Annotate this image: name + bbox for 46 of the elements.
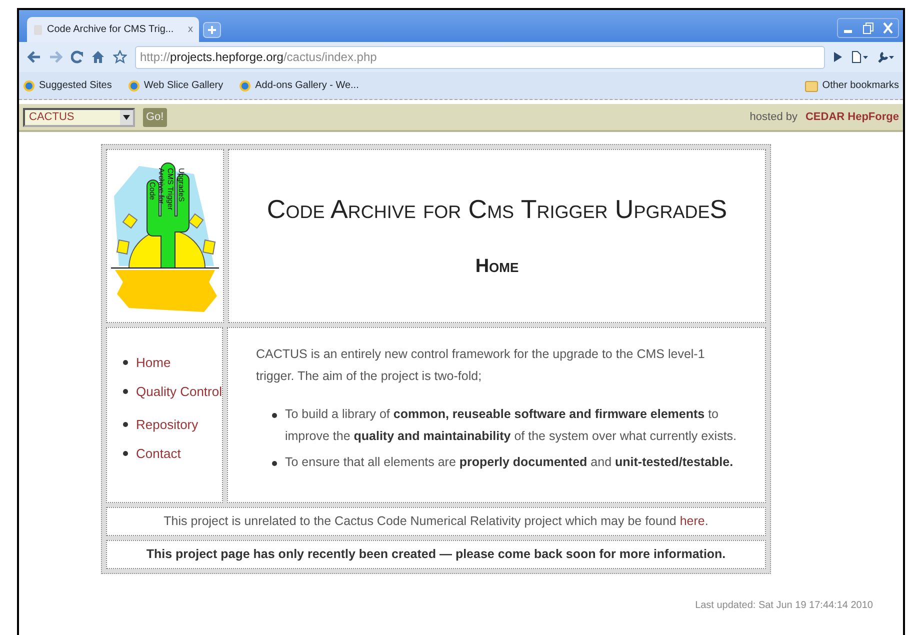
back-icon[interactable] <box>27 51 41 63</box>
goal-text: To build a library of common, reuseable software and firmware elements to improve the quality and maintainability of the system over what currently exists. <box>284 406 738 445</box>
bookmark-link[interactable]: Web Slice Gallery <box>128 78 224 93</box>
goal-text: To ensure that all elements are properly documented and unit-tested/testable. <box>284 454 734 471</box>
caret-icon <box>120 110 133 124</box>
here-link[interactable]: here <box>680 514 705 528</box>
restore-icon[interactable] <box>862 22 874 34</box>
bookmark-link[interactable]: Suggested Sites <box>23 78 112 93</box>
bullet-icon <box>123 422 128 428</box>
bullet-icon <box>123 388 128 394</box>
page-menu-icon[interactable] <box>851 50 869 64</box>
bullet-icon <box>123 360 128 366</box>
announcement-text: This project page has only recently been created — please come back soon for more information. <box>106 540 766 568</box>
reload-icon[interactable] <box>71 50 83 64</box>
bullet-icon <box>272 412 277 418</box>
nav-link[interactable]: Home <box>136 353 171 372</box>
address-field[interactable]: http://projects.hepforge.org/cactus/index.php <box>135 46 825 68</box>
nav-link[interactable]: Contact <box>136 444 181 463</box>
bullet-icon <box>123 450 128 456</box>
close-icon[interactable] <box>882 22 894 34</box>
last-updated-text: Last updated: Sat Jun 19 17:44:14 2010 <box>694 598 874 612</box>
page-subtitle: Home <box>475 255 519 280</box>
bookmark-link[interactable]: Add-ons Gallery - We... <box>239 78 359 93</box>
nav-link[interactable]: Quality Control <box>136 382 222 401</box>
tab-title: Code Archive for CMS Trig... <box>47 23 175 37</box>
play-icon[interactable] <box>833 51 843 63</box>
hosted-by-label: hosted by <box>750 110 798 125</box>
wrench-icon[interactable] <box>877 50 895 64</box>
tab-close-icon[interactable]: x <box>188 22 193 37</box>
project-select[interactable]: CACTUS <box>23 108 135 126</box>
notice-text: This project is unrelated to the Cactus Code Numerical Relativity project which may be found here. <box>106 507 766 536</box>
page-title: Code Archive for Cms Trigger UpgradeS <box>266 193 728 226</box>
home-icon[interactable] <box>91 50 105 64</box>
browser-tab[interactable]: Code Archive for CMS Trig... x <box>27 17 199 42</box>
url-host: projects.hepforge.org <box>170 49 284 66</box>
intro-paragraph: CACTUS is an entirely new control framework for the upgrade to the CMS level-1 trigger. The aim of the project is two-fold; <box>256 346 706 385</box>
star-icon[interactable] <box>113 50 127 64</box>
url-path: /cactus/index.php <box>283 49 377 66</box>
folder-icon <box>805 80 818 92</box>
host-link[interactable]: CEDAR HepForge <box>805 108 899 126</box>
bookmark-link[interactable]: Other bookmarks <box>805 78 899 93</box>
nav-link[interactable]: Repository <box>136 415 198 434</box>
page-icon <box>33 24 43 36</box>
new-tab-icon[interactable] <box>203 22 221 38</box>
url-scheme: http:// <box>140 49 170 66</box>
bullet-icon <box>272 460 277 466</box>
